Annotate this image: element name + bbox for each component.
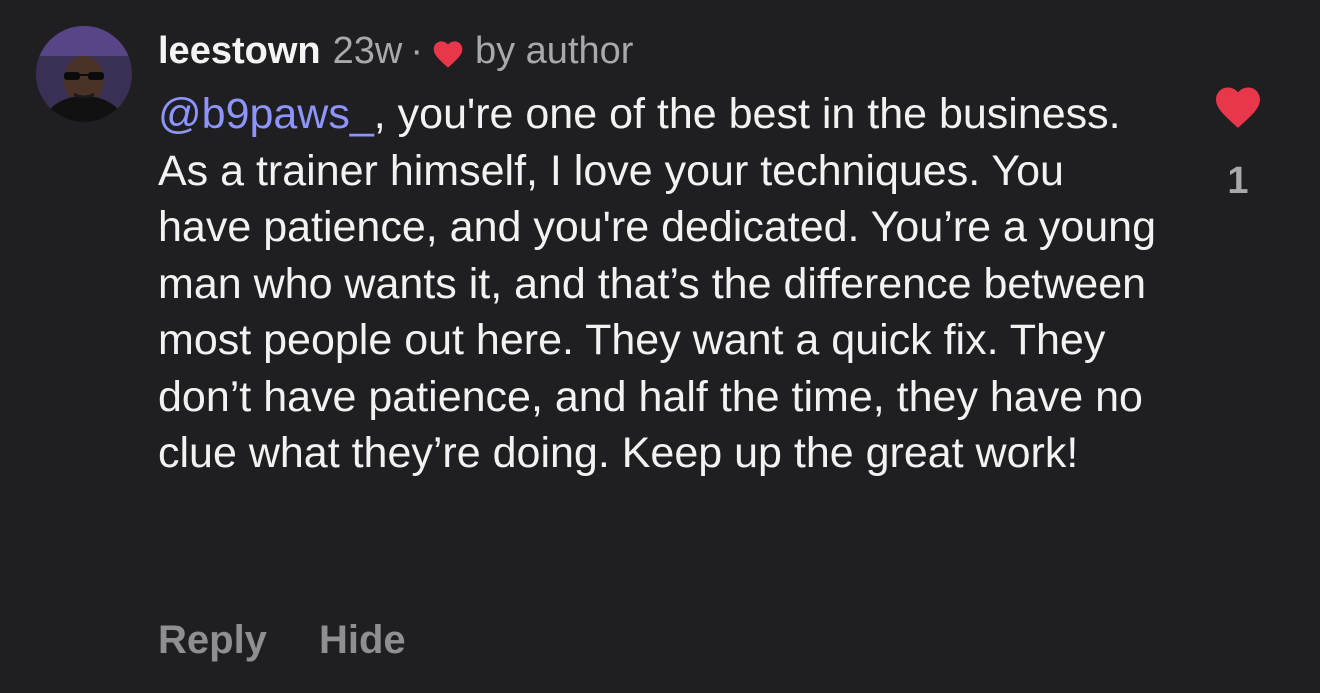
reply-button[interactable]: Reply bbox=[158, 618, 267, 663]
hide-button[interactable]: Hide bbox=[319, 618, 406, 663]
like-count[interactable]: 1 bbox=[1212, 160, 1264, 203]
liked-by-author-label: by author bbox=[474, 29, 634, 72]
avatar[interactable] bbox=[36, 26, 132, 122]
like-button[interactable] bbox=[1212, 84, 1264, 130]
username[interactable]: leestown bbox=[158, 30, 321, 73]
timestamp: 23w bbox=[332, 29, 403, 72]
comment: leestown 23w · by author @b9paws_, you'r… bbox=[0, 0, 1320, 693]
heart-icon bbox=[431, 36, 465, 68]
avatar-image bbox=[36, 26, 132, 122]
heart-filled-icon bbox=[1216, 87, 1260, 128]
mention-link[interactable]: @b9paws_ bbox=[158, 90, 374, 138]
comment-text: @b9paws_, you're one of the best in the … bbox=[158, 86, 1168, 482]
comment-body: , you're one of the best in the business… bbox=[158, 90, 1156, 477]
comment-actions: Reply Hide bbox=[158, 618, 406, 663]
separator-dot: · bbox=[410, 29, 423, 72]
comment-header: leestown 23w · by author bbox=[158, 26, 633, 76]
